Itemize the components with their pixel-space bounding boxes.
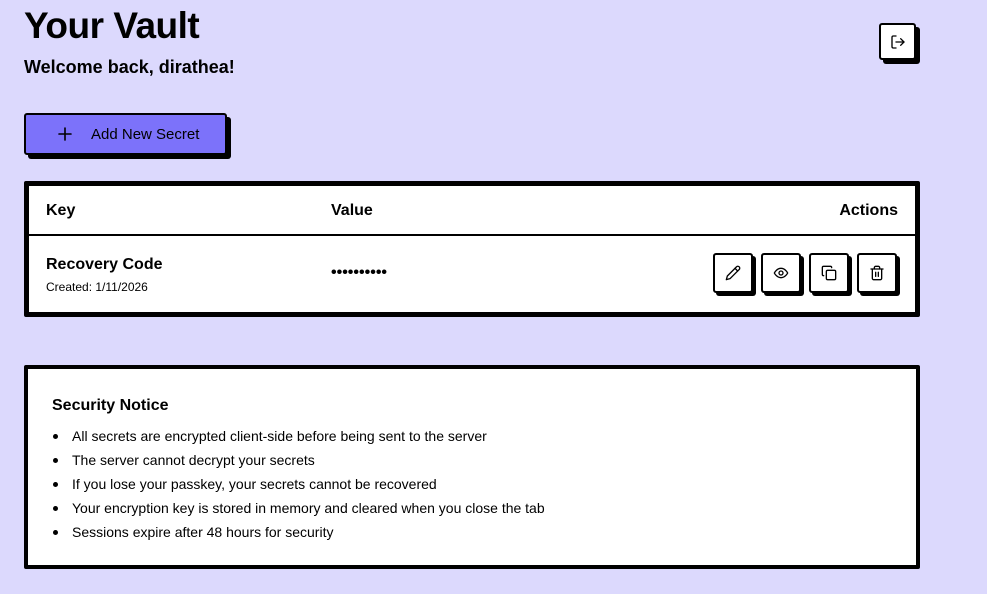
eye-icon [773, 267, 789, 279]
delete-button[interactable] [857, 253, 897, 293]
notice-item: Sessions expire after 48 hours for secur… [52, 522, 545, 546]
table-row: Recovery Code Created: 1/11/2026 •••••••… [29, 236, 915, 312]
notice-item: Your encryption key is stored in memory … [52, 498, 545, 522]
column-header-actions: Actions [839, 202, 898, 219]
logout-icon [890, 34, 905, 49]
add-new-secret-label: Add New Secret [91, 125, 200, 143]
security-notice: Security Notice All secrets are encrypte… [24, 365, 920, 569]
page-title: Your Vault [24, 5, 200, 46]
welcome-message: Welcome back, dirathea! [24, 57, 235, 77]
reveal-button[interactable] [761, 253, 801, 293]
secrets-table: Key Value Actions Recovery Code Created:… [24, 181, 920, 317]
notice-item: If you lose your passkey, your secrets c… [52, 474, 545, 498]
column-header-value: Value [331, 202, 373, 219]
copy-icon [821, 265, 837, 281]
column-header-key: Key [46, 202, 76, 219]
add-new-secret-button[interactable]: Add New Secret [24, 113, 227, 155]
notice-list: All secrets are encrypted client-side be… [52, 426, 545, 546]
table-header: Key Value Actions [29, 186, 915, 236]
secret-created-date: Created: 1/11/2026 [46, 280, 148, 294]
trash-icon [870, 265, 884, 281]
logout-button[interactable] [879, 23, 916, 60]
secret-key-name: Recovery Code [46, 256, 163, 273]
copy-button[interactable] [809, 253, 849, 293]
notice-title: Security Notice [52, 397, 169, 414]
plus-icon [58, 127, 72, 141]
notice-item: The server cannot decrypt your secrets [52, 450, 545, 474]
notice-item: All secrets are encrypted client-side be… [52, 426, 545, 450]
edit-button[interactable] [713, 253, 753, 293]
row-actions [713, 253, 897, 293]
edit-icon [725, 265, 741, 281]
secret-masked-value: •••••••••• [331, 264, 388, 281]
